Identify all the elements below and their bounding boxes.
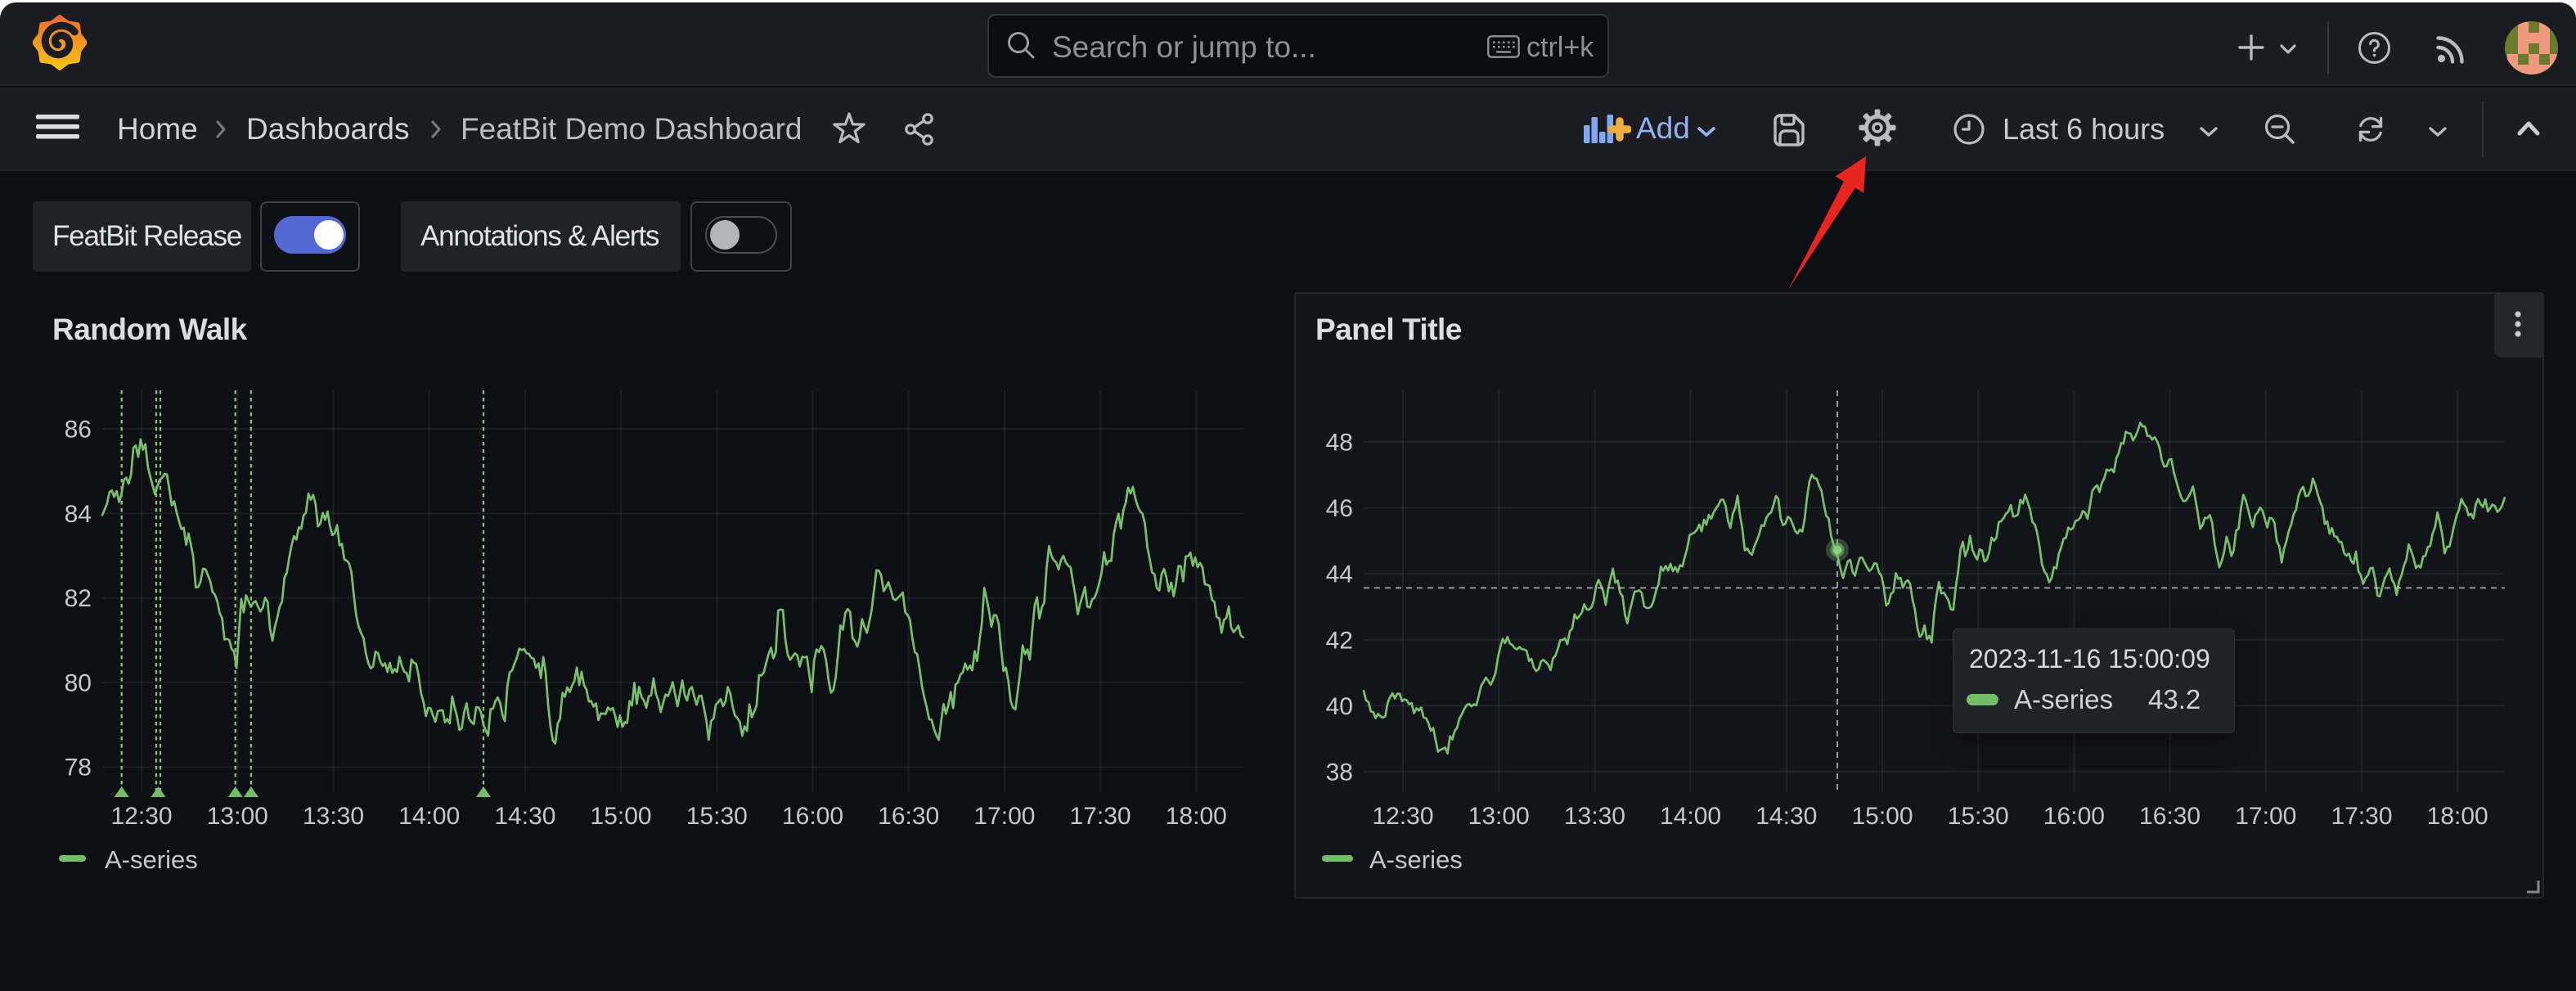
svg-text:13:30: 13:30 bbox=[303, 803, 364, 830]
svg-text:17:30: 17:30 bbox=[1070, 803, 1131, 830]
svg-text:18:00: 18:00 bbox=[1166, 803, 1227, 830]
svg-text:16:30: 16:30 bbox=[878, 803, 939, 830]
svg-text:16:00: 16:00 bbox=[782, 803, 843, 830]
svg-text:15:00: 15:00 bbox=[591, 803, 652, 830]
svg-text:14:00: 14:00 bbox=[398, 803, 460, 830]
svg-text:15:30: 15:30 bbox=[686, 803, 748, 830]
svg-text:86: 86 bbox=[65, 417, 92, 444]
svg-text:13:00: 13:00 bbox=[207, 803, 268, 830]
svg-text:82: 82 bbox=[65, 585, 92, 612]
svg-text:78: 78 bbox=[65, 755, 92, 782]
svg-text:A-series: A-series bbox=[105, 845, 198, 874]
svg-text:84: 84 bbox=[65, 501, 92, 528]
svg-text:80: 80 bbox=[65, 669, 92, 696]
svg-text:14:30: 14:30 bbox=[494, 803, 555, 830]
svg-text:12:30: 12:30 bbox=[111, 803, 173, 830]
svg-text:17:00: 17:00 bbox=[973, 803, 1035, 830]
